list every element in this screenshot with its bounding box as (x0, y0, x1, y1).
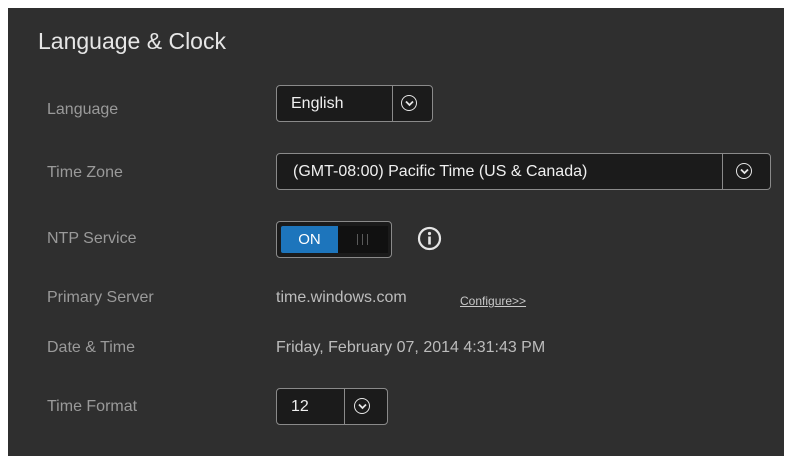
ntp-service-toggle[interactable]: ON (276, 221, 392, 258)
chevron-down-icon (401, 95, 417, 111)
select-divider (344, 389, 345, 424)
time-zone-select-value: (GMT-08:00) Pacific Time (US & Canada) (293, 163, 588, 180)
time-zone-select[interactable]: (GMT-08:00) Pacific Time (US & Canada) (276, 153, 771, 190)
primary-server-label: Primary Server (47, 289, 154, 306)
select-divider (722, 154, 723, 189)
configure-link[interactable]: Configure>> (460, 294, 526, 308)
time-format-label: Time Format (47, 398, 138, 415)
select-divider (392, 86, 393, 121)
toggle-on-label: ON (281, 226, 338, 253)
ntp-service-label: NTP Service (47, 230, 137, 247)
time-format-select-value: 12 (291, 398, 309, 415)
chevron-down-icon (354, 398, 370, 414)
time-format-select[interactable]: 12 (276, 388, 388, 425)
primary-server-value: time.windows.com (276, 289, 407, 306)
time-zone-label: Time Zone (47, 164, 123, 181)
toggle-knob (338, 226, 388, 253)
date-time-label: Date & Time (47, 339, 136, 356)
language-label: Language (47, 101, 119, 118)
language-select[interactable]: English (276, 85, 433, 122)
panel-title: Language & Clock (38, 28, 226, 54)
settings-panel: Language & Clock Language English Time Z… (8, 8, 784, 456)
language-select-value: English (291, 95, 344, 112)
date-time-value: Friday, February 07, 2014 4:31:43 PM (276, 339, 546, 356)
chevron-down-icon (736, 163, 752, 179)
info-icon[interactable] (417, 226, 442, 251)
